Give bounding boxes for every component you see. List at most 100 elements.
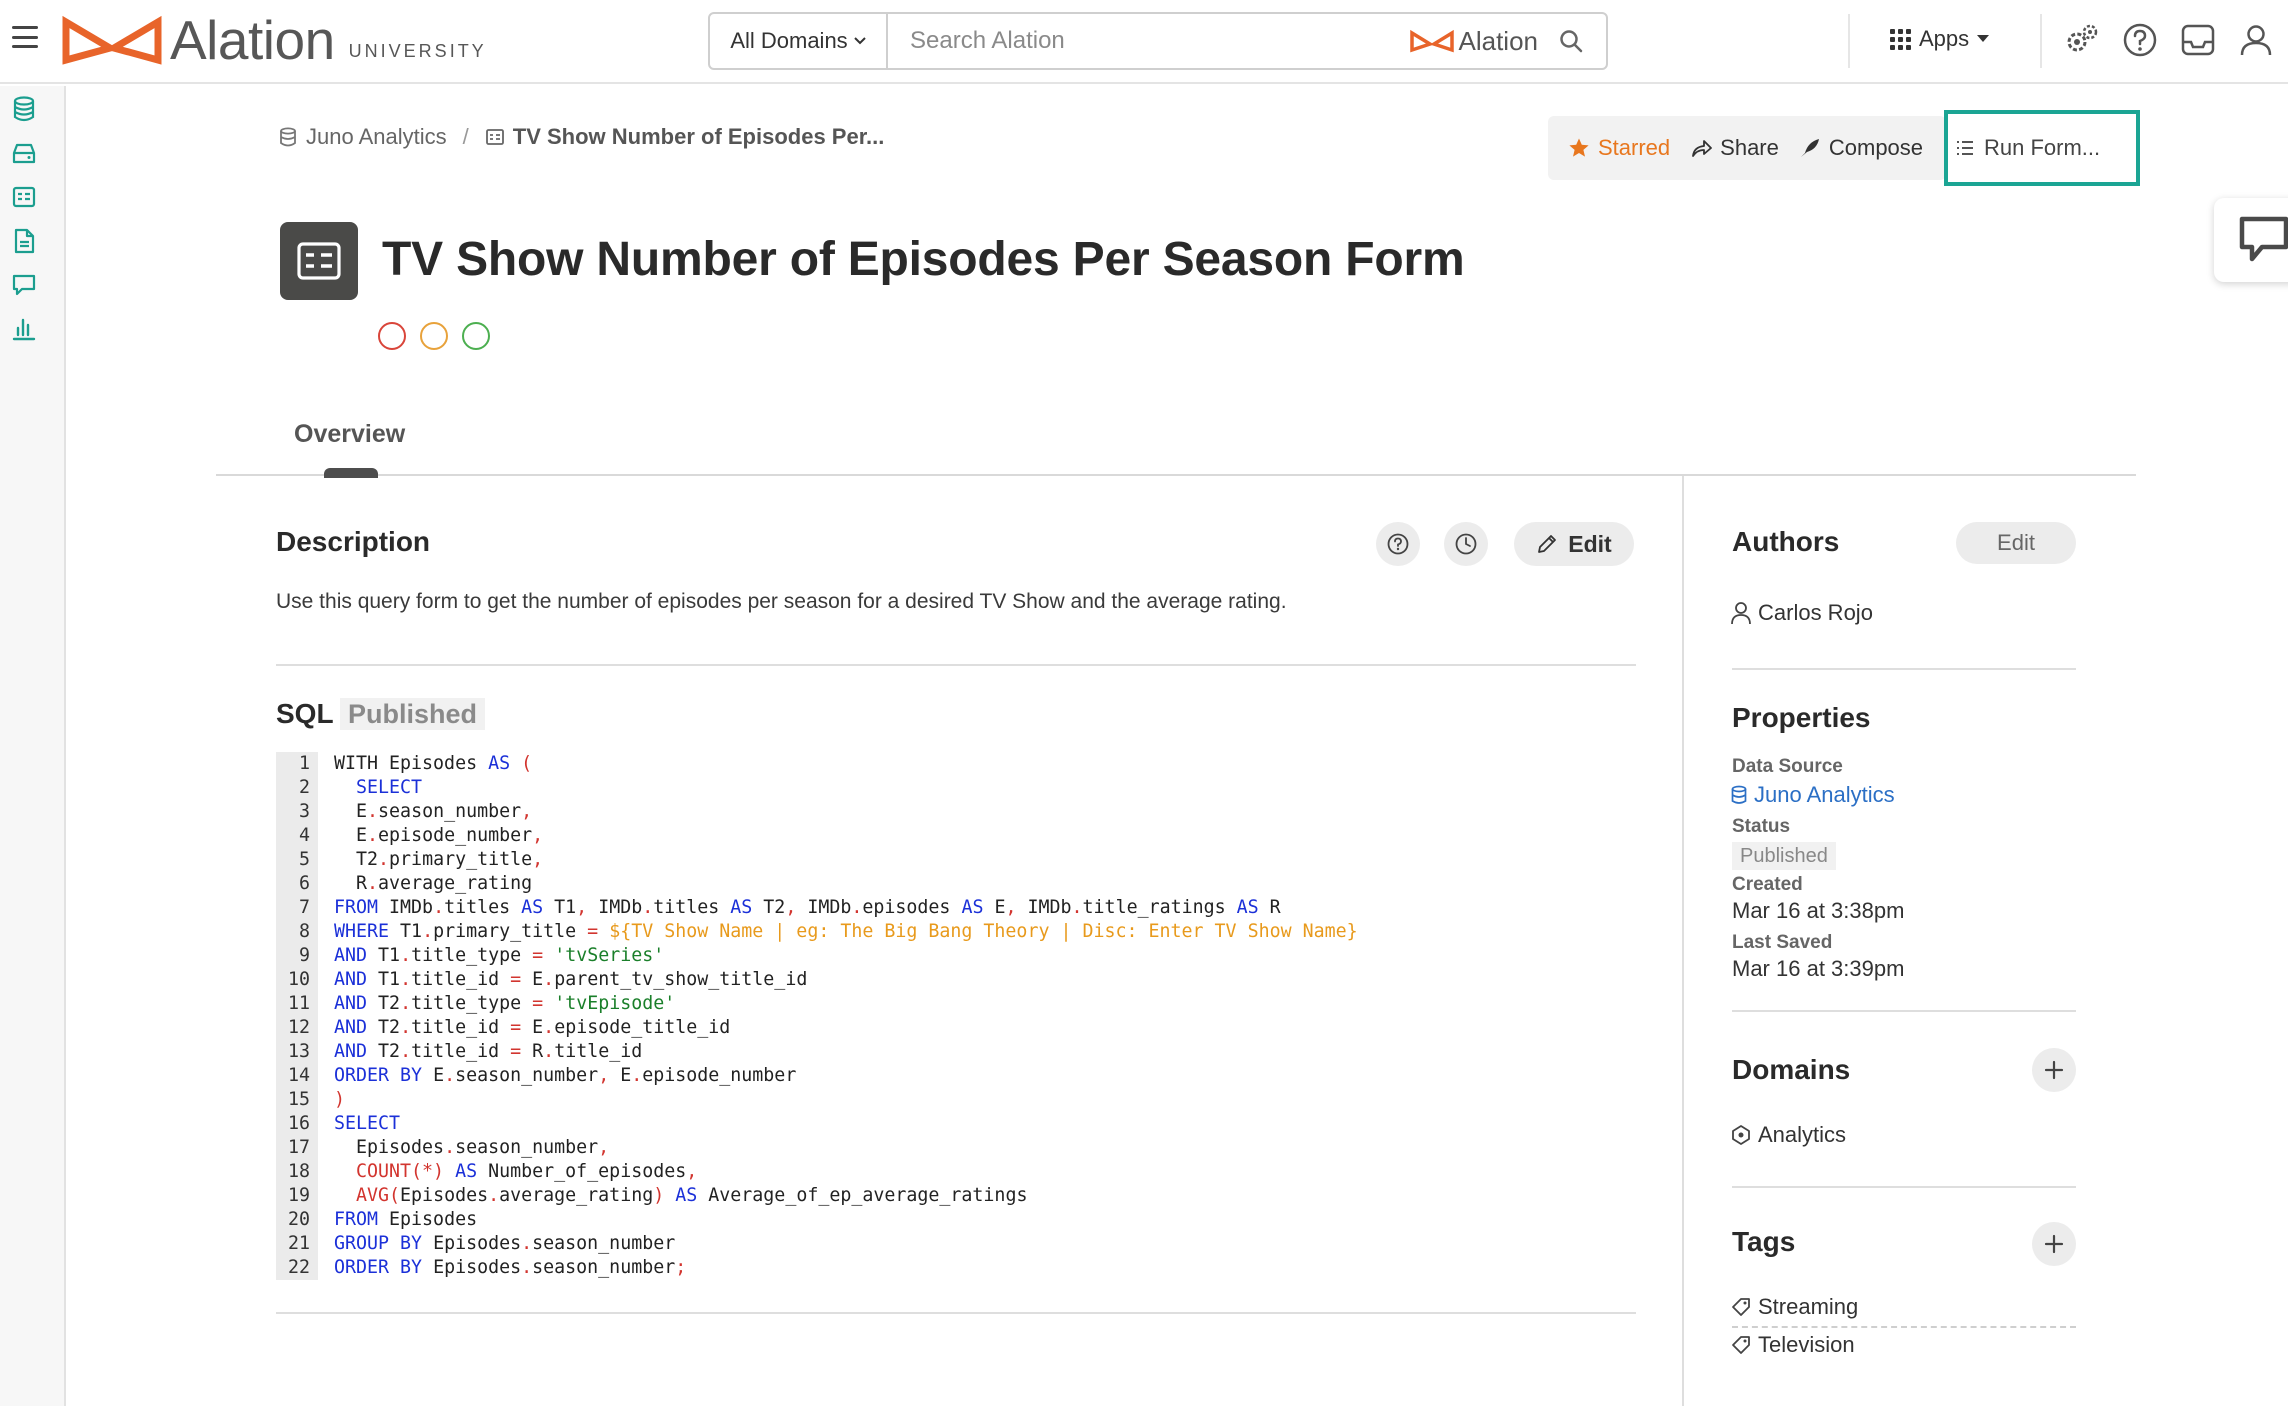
code-line: 8 WHERE T1.primary_title = ${TV Show Name… [276, 920, 1636, 944]
code-text: WITH Episodes AS ( [318, 752, 532, 776]
breadcrumb-current: TV Show Number of Episodes Per... [512, 124, 885, 149]
tag-item[interactable]: Streaming [1730, 1294, 1858, 1320]
code-token: WITH Episodes [334, 753, 489, 774]
trust-flag-endorsement[interactable] [462, 322, 490, 350]
description-edit-button[interactable]: Edit [1514, 522, 1634, 566]
tag-name: Streaming [1758, 1294, 1859, 1319]
code-text: AVG(Episodes.average_rating) AS Average_… [318, 1184, 1027, 1208]
code-token: ( [521, 753, 533, 774]
code-token: AS [675, 1185, 698, 1206]
code-line: 18 COUNT(*) AS Number_of_episodes, [276, 1160, 1636, 1184]
code-token: SELECT [356, 777, 423, 798]
user-icon [1731, 602, 1751, 625]
search-icon[interactable] [1558, 28, 1584, 54]
run-form-label: Run Form... [1984, 135, 2101, 160]
section-divider [276, 1312, 1636, 1314]
breadcrumb-parent-link[interactable]: Juno Analytics [306, 124, 447, 150]
code-text: E.season_number, [318, 800, 532, 824]
tag-item[interactable]: Television [1730, 1332, 1855, 1358]
code-token: E [609, 1065, 632, 1086]
conversation-icon[interactable] [11, 272, 37, 298]
tags-title: Tags [1732, 1226, 1796, 1257]
code-text: Episodes.season_number, [318, 1136, 609, 1160]
code-token: T1 [543, 897, 577, 918]
chart-icon[interactable] [11, 316, 37, 342]
search-input[interactable] [888, 14, 1409, 68]
code-line: 14 ORDER BY E.season_number, E.episode_nu… [276, 1064, 1636, 1088]
code-token: . [433, 897, 445, 918]
description-help-button[interactable] [1376, 522, 1420, 566]
code-text: FROM IMDb.titles AS T1, IMDb.titles AS T… [318, 896, 1281, 920]
description-history-button[interactable] [1444, 522, 1488, 566]
line-number: 2 [276, 776, 318, 800]
section-divider [276, 664, 1636, 666]
add-domain-button[interactable] [2032, 1048, 2076, 1092]
form-icon[interactable] [11, 184, 37, 210]
share-button[interactable]: Share [1690, 135, 1779, 161]
code-text: AND T2.title_type = 'tvEpisode' [318, 992, 675, 1016]
author-item[interactable]: Carlos Rojo [1730, 600, 1873, 626]
description-text: Use this query form to get the number of… [276, 590, 1287, 613]
compose-button[interactable]: Compose [1799, 135, 1923, 161]
authors-edit-button[interactable]: Edit [1956, 522, 2076, 564]
chat-panel-toggle[interactable] [2214, 198, 2288, 282]
inbox-icon[interactable] [2180, 22, 2216, 58]
code-line: 5 T2.primary_title, [276, 848, 1636, 872]
tag-icon [1732, 1298, 1750, 1316]
run-form-button[interactable]: Run Form... [1944, 110, 2140, 186]
line-number: 21 [276, 1232, 318, 1256]
starred-button[interactable]: Starred [1568, 135, 1670, 161]
add-tag-button[interactable] [2032, 1222, 2076, 1266]
left-navigation-rail [0, 86, 66, 1406]
code-token: , [1005, 897, 1017, 918]
code-token: T1 [389, 921, 423, 942]
trust-flag-deprecation[interactable] [378, 322, 406, 350]
settings-icon[interactable] [2064, 22, 2100, 58]
code-token: . [367, 801, 379, 822]
code-token: . [444, 1065, 456, 1086]
menu-icon[interactable] [12, 26, 38, 48]
domain-item[interactable]: Analytics [1730, 1122, 1846, 1148]
code-token: episode_number [378, 825, 533, 846]
user-icon[interactable] [2238, 22, 2274, 58]
code-text: T2.primary_title, [318, 848, 543, 872]
database-icon[interactable] [11, 96, 37, 122]
search-brand: Alation [1409, 26, 1538, 57]
code-token: ORDER BY [334, 1065, 423, 1086]
code-token: . [400, 993, 412, 1014]
code-token: , [686, 1161, 698, 1182]
code-token: T2 [367, 1017, 401, 1038]
domain-select[interactable]: All Domains [710, 14, 888, 68]
code-line: 13 AND T2.title_id = R.title_id [276, 1040, 1636, 1064]
folder-icon[interactable] [11, 140, 37, 166]
help-icon[interactable] [2122, 22, 2158, 58]
trust-flag-warning[interactable] [420, 322, 448, 350]
code-line: 10 AND T1.title_id = E.parent_tv_show_tit… [276, 968, 1636, 992]
code-token: ${TV Show Name | eg: The Big Bang Theory… [609, 921, 1358, 942]
code-token: . [488, 1185, 500, 1206]
code-token: episodes [862, 897, 962, 918]
tab-overview[interactable]: Overview [294, 420, 405, 449]
code-token: Average_of_ep_average_ratings [697, 1185, 1028, 1206]
sql-status-badge: Published [340, 698, 486, 730]
code-token: , [532, 825, 544, 846]
column-divider [1682, 476, 1684, 1406]
code-line: 19 AVG(Episodes.average_rating) AS Avera… [276, 1184, 1636, 1208]
code-line: 15) [276, 1088, 1636, 1112]
code-token: . [543, 969, 555, 990]
document-icon[interactable] [11, 228, 37, 254]
breadcrumb: Juno Analytics / TV Show Number of Episo… [278, 124, 884, 150]
code-token: AS [730, 897, 753, 918]
domains-title: Domains [1732, 1054, 1851, 1085]
code-token: R [1258, 897, 1281, 918]
code-text: ) [318, 1088, 345, 1112]
code-token: IMDb [796, 897, 852, 918]
code-text: COUNT(*) AS Number_of_episodes, [318, 1160, 697, 1184]
alation-logo[interactable]: Alation UNIVERSITY [60, 10, 487, 70]
apps-menu-button[interactable]: Apps [1890, 26, 1990, 52]
code-token: FROM [334, 1209, 379, 1230]
data-source-link[interactable]: Juno Analytics [1730, 782, 1895, 808]
code-token: = [532, 945, 544, 966]
